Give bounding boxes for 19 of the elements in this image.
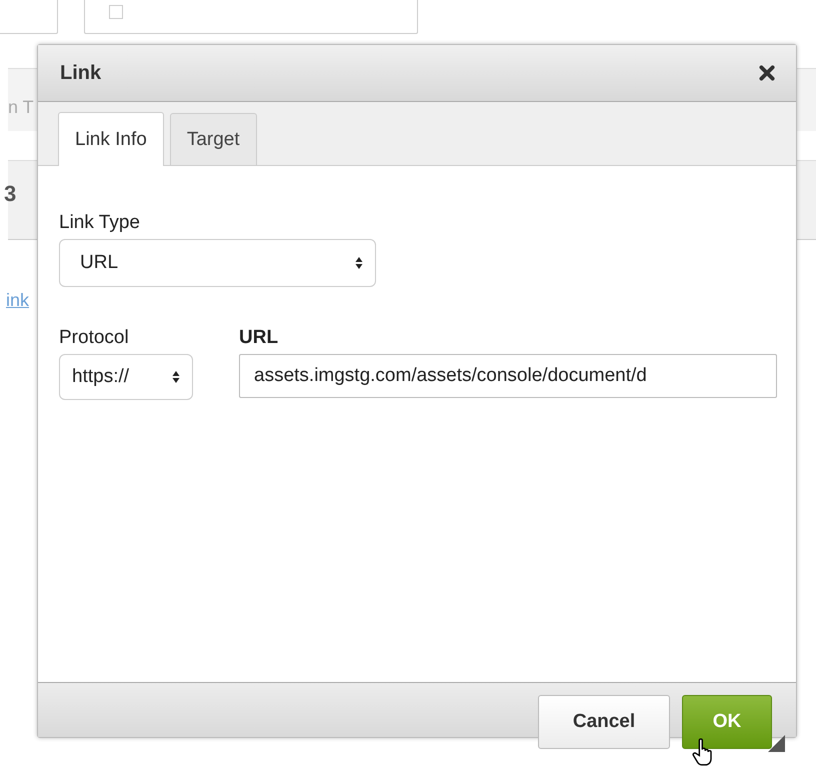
close-icon[interactable] [758,64,776,82]
link-type-select[interactable]: URL [59,239,376,287]
field-label: URL [239,327,278,349]
field-label: Protocol [59,327,129,349]
text-field[interactable] [84,0,418,34]
text-field[interactable] [0,0,58,34]
dialog-title: Link [60,62,102,84]
tab[interactable]: Link Info [58,112,164,166]
cancel-button[interactable]: Cancel [538,695,670,749]
protocol-select[interactable]: https:// [59,354,193,400]
resize-handle-icon[interactable] [768,735,785,752]
toolbar-label: n T [8,97,34,118]
field-label: Link Type [59,212,140,234]
url-input-field[interactable]: assets.imgstg.com/assets/console/document/d [239,354,777,398]
bold-button[interactable]: 3 [4,181,16,207]
up-down-arrows-icon [172,370,180,384]
up-down-arrows-icon [355,256,363,270]
tab[interactable]: Target [170,113,257,165]
checkbox[interactable] [109,5,123,19]
